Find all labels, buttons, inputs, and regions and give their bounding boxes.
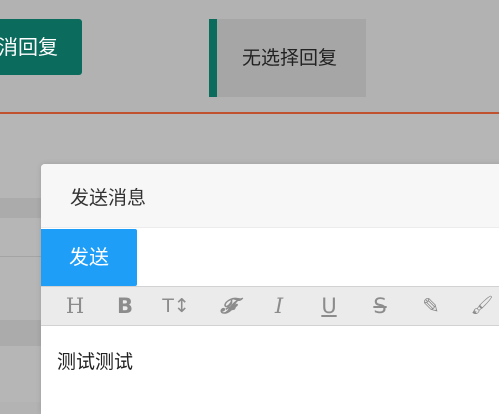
- underline-icon[interactable]: U: [312, 287, 346, 325]
- no-select-reply-label: 无选择回复: [241, 47, 337, 69]
- bold-icon[interactable]: B: [108, 287, 142, 325]
- top-bar: 取消回复 无选择回复: [0, 0, 499, 112]
- italic-icon[interactable]: I: [262, 287, 296, 325]
- cancel-reply-label: 取消回复: [0, 35, 58, 59]
- cancel-reply-button[interactable]: 取消回复: [0, 19, 82, 75]
- send-label: 发送: [69, 245, 109, 269]
- dialog-title: 发送消息: [70, 187, 147, 209]
- font-size-icon[interactable]: T↕: [159, 287, 193, 325]
- highlighter-icon[interactable]: ✎: [414, 287, 448, 325]
- editor-toolbar: H B T↕ 𝓕 I U S ✎ 🖌: [41, 286, 499, 326]
- list-row: [0, 320, 41, 346]
- editor-content: 测试测试: [57, 351, 134, 373]
- strikethrough-icon[interactable]: S: [363, 287, 397, 325]
- heading-icon[interactable]: H: [58, 287, 92, 325]
- list-row: [0, 198, 41, 218]
- dialog-header: 发送消息: [41, 164, 499, 228]
- font-family-icon[interactable]: 𝓕: [211, 287, 245, 325]
- brush-icon[interactable]: 🖌: [465, 287, 499, 325]
- send-message-dialog: 发送消息 发送 H B T↕ 𝓕 I U S ✎ 🖌 测试测试: [41, 164, 499, 414]
- no-select-reply-button[interactable]: 无选择回复: [209, 19, 366, 97]
- send-button[interactable]: 发送: [41, 229, 137, 286]
- list-divider: [0, 256, 41, 257]
